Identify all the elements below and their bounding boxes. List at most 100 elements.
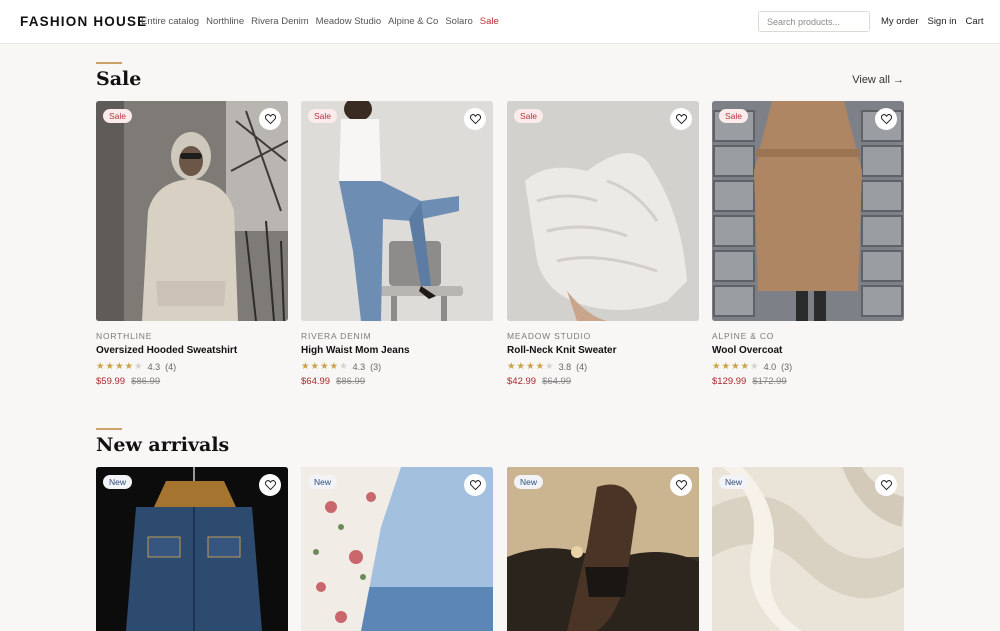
product-card[interactable]: Sale RIVERA DENIM High Waist Mom Jeans ★… xyxy=(301,101,493,387)
product-name[interactable]: High Waist Mom Jeans xyxy=(301,345,493,356)
new-arrivals-section: New arrivals xyxy=(96,428,904,458)
denim-jacket-photo xyxy=(96,467,288,631)
product-prices: $42.99 $64.99 xyxy=(507,376,699,387)
nav-alpine-co[interactable]: Alpine & Co xyxy=(388,16,438,27)
product-rating: ★ ★ ★ ★ ★ 4.0 (3) xyxy=(712,361,904,372)
floral-dress-photo xyxy=(301,467,493,631)
star-rating-icon: ★ ★ ★ ★ ★ xyxy=(507,361,554,372)
product-brand: RIVERA DENIM xyxy=(301,331,372,341)
product-image[interactable]: New xyxy=(96,467,288,631)
section-accent xyxy=(96,428,122,430)
original-price: $64.99 xyxy=(542,376,572,387)
rating-value: 4.3 xyxy=(147,361,161,372)
section-title: New arrivals xyxy=(96,434,230,456)
heart-icon xyxy=(675,480,687,490)
nav-sale[interactable]: Sale xyxy=(480,16,499,27)
original-price: $86.99 xyxy=(131,376,161,387)
sale-badge: Sale xyxy=(103,109,133,123)
sale-badge: Sale xyxy=(514,109,544,123)
product-name[interactable]: Wool Overcoat xyxy=(712,345,904,356)
main-nav: Entire catalog Northline Rivera Denim Me… xyxy=(141,16,499,27)
wishlist-button[interactable] xyxy=(875,474,897,496)
product-card[interactable]: New xyxy=(96,467,288,631)
sale-price: $42.99 xyxy=(507,376,537,387)
nav-meadow-studio[interactable]: Meadow Studio xyxy=(316,16,381,27)
search-input[interactable] xyxy=(758,11,870,32)
wishlist-button[interactable] xyxy=(670,474,692,496)
sale-badge: Sale xyxy=(719,109,749,123)
new-badge: New xyxy=(103,475,133,489)
product-brand: MEADOW STUDIO xyxy=(507,331,592,341)
review-count: (3) xyxy=(781,361,793,372)
satin-photo xyxy=(712,467,904,631)
heart-icon xyxy=(264,114,276,124)
wishlist-button[interactable] xyxy=(259,474,281,496)
product-name[interactable]: Oversized Hooded Sweatshirt xyxy=(96,345,288,356)
sale-price: $129.99 xyxy=(712,376,747,387)
wishlist-button[interactable] xyxy=(259,108,281,130)
product-card[interactable]: New xyxy=(507,467,699,631)
star-rating-icon: ★ ★ ★ ★ ★ xyxy=(301,361,348,372)
nav-entire-catalog[interactable]: Entire catalog xyxy=(141,16,199,27)
hoodie-photo xyxy=(96,101,288,321)
sale-price: $59.99 xyxy=(96,376,126,387)
new-badge: New xyxy=(308,475,338,489)
heart-icon xyxy=(469,114,481,124)
product-name[interactable]: Roll-Neck Knit Sweater xyxy=(507,345,699,356)
new-badge: New xyxy=(719,475,749,489)
product-rating: ★ ★ ★ ★ ★ 4.3 (4) xyxy=(96,361,288,372)
wishlist-button[interactable] xyxy=(670,108,692,130)
review-count: (3) xyxy=(370,361,382,372)
nav-northline[interactable]: Northline xyxy=(206,16,244,27)
heart-icon xyxy=(675,114,687,124)
product-image[interactable]: Sale xyxy=(301,101,493,321)
sign-in-link[interactable]: Sign in xyxy=(927,16,956,27)
product-card[interactable]: Sale MEADOW STUDIO Roll-Neck Knit Sweate… xyxy=(507,101,699,387)
product-card[interactable]: Sale NORTHLINE Oversized Hooded Sweatshi… xyxy=(96,101,288,387)
product-image[interactable]: Sale xyxy=(507,101,699,321)
product-rating: ★ ★ ★ ★ ★ 3.8 (4) xyxy=(507,361,699,372)
review-count: (4) xyxy=(576,361,588,372)
product-brand: ALPINE & CO xyxy=(712,331,775,341)
rating-value: 4.3 xyxy=(352,361,366,372)
product-image[interactable]: Sale xyxy=(712,101,904,321)
header-actions: My order Sign in Cart xyxy=(881,16,984,27)
star-rating-icon: ★ ★ ★ ★ ★ xyxy=(712,361,759,372)
cart-link[interactable]: Cart xyxy=(966,16,984,27)
review-count: (4) xyxy=(165,361,177,372)
product-image[interactable]: New xyxy=(507,467,699,631)
product-card[interactable]: Sale ALPINE & CO Wool Overcoat ★ ★ ★ ★ ★ 4.0… xyxy=(712,101,904,387)
product-card[interactable]: New xyxy=(712,467,904,631)
my-order-link[interactable]: My order xyxy=(881,16,918,27)
product-prices: $129.99 $172.99 xyxy=(712,376,904,387)
sweater-photo xyxy=(507,101,699,321)
view-all-link[interactable]: View all → xyxy=(852,74,904,86)
swimsuit-photo xyxy=(507,467,699,631)
product-card[interactable]: New xyxy=(301,467,493,631)
heart-icon xyxy=(469,480,481,490)
rating-value: 4.0 xyxy=(763,361,777,372)
product-prices: $64.99 $86.99 xyxy=(301,376,493,387)
product-prices: $59.99 $86.99 xyxy=(96,376,288,387)
jeans-photo xyxy=(301,101,493,321)
product-image[interactable]: Sale xyxy=(96,101,288,321)
original-price: $86.99 xyxy=(336,376,366,387)
product-image[interactable]: New xyxy=(301,467,493,631)
heart-icon xyxy=(880,114,892,124)
wishlist-button[interactable] xyxy=(464,108,486,130)
nav-solaro[interactable]: Solaro xyxy=(445,16,472,27)
section-accent xyxy=(96,62,122,64)
product-rating: ★ ★ ★ ★ ★ 4.3 (3) xyxy=(301,361,493,372)
new-badge: New xyxy=(514,475,544,489)
site-header: FASHION HOUSE Entire catalog Northline R… xyxy=(0,0,1000,44)
rating-value: 3.8 xyxy=(558,361,572,372)
sale-price: $64.99 xyxy=(301,376,331,387)
coat-photo xyxy=(712,101,904,321)
product-image[interactable]: New xyxy=(712,467,904,631)
brand-logo[interactable]: FASHION HOUSE xyxy=(20,14,147,29)
wishlist-button[interactable] xyxy=(875,108,897,130)
product-brand: NORTHLINE xyxy=(96,331,153,341)
wishlist-button[interactable] xyxy=(464,474,486,496)
nav-rivera-denim[interactable]: Rivera Denim xyxy=(251,16,309,27)
original-price: $172.99 xyxy=(752,376,787,387)
